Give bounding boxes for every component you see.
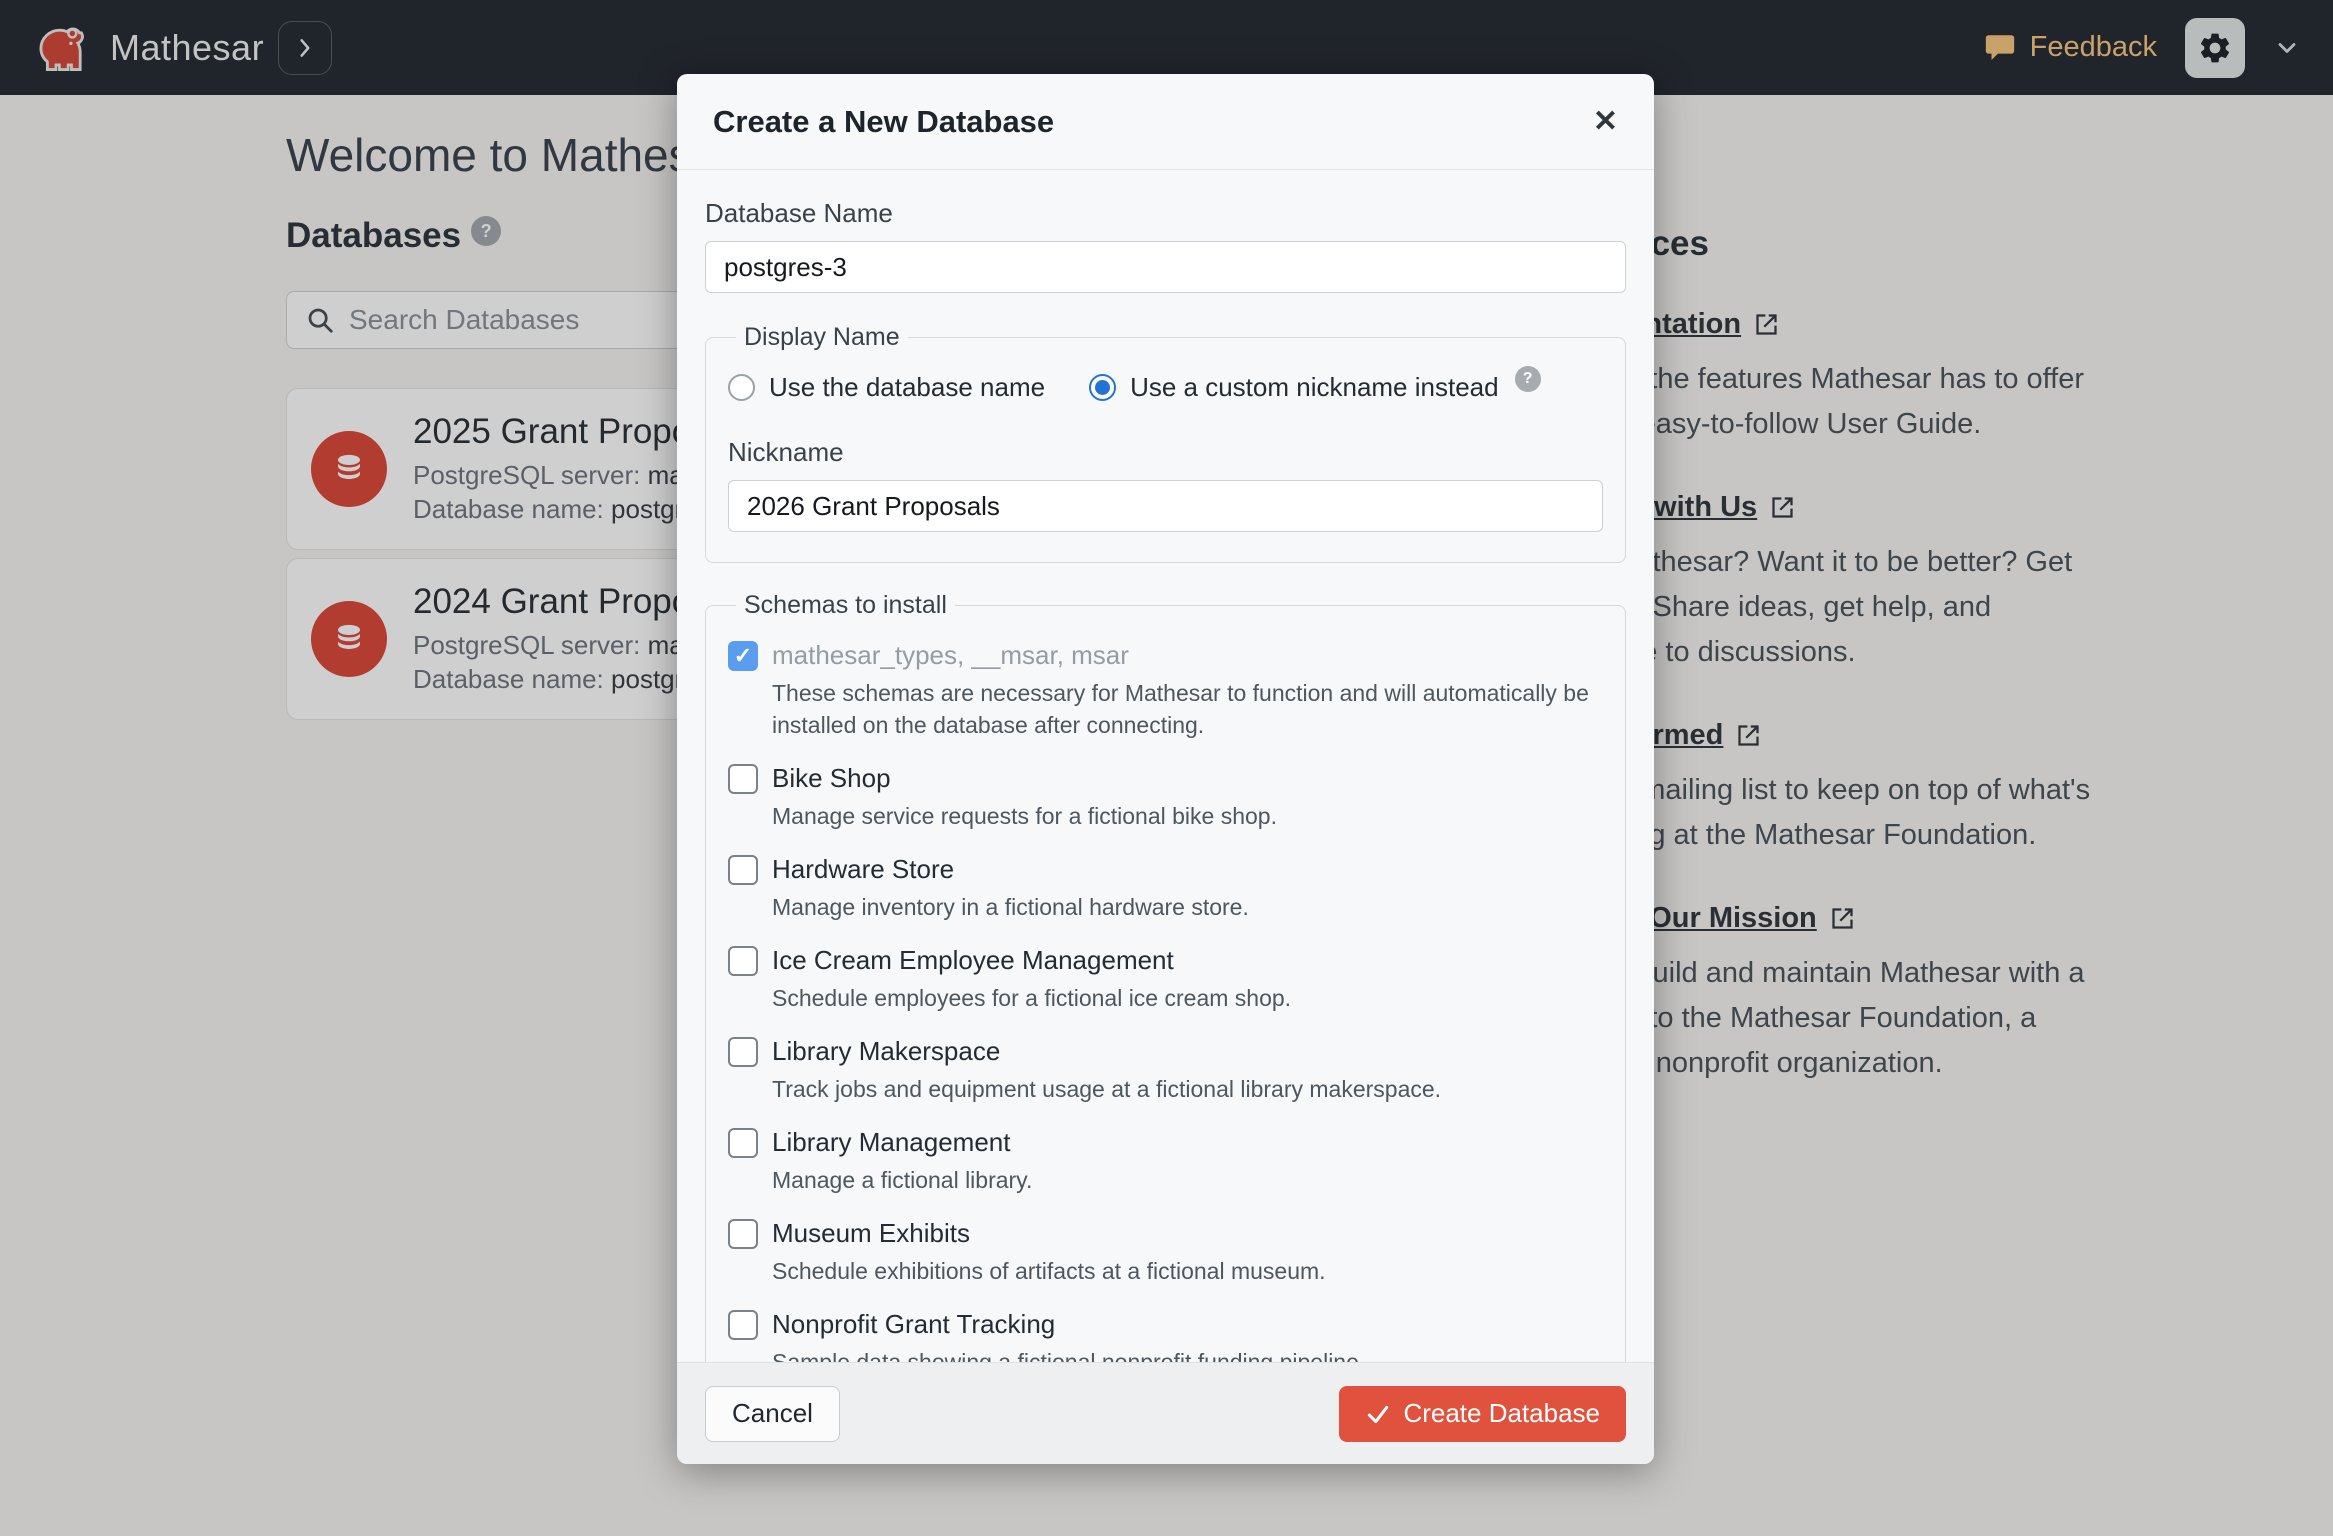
schema-description: Track jobs and equipment usage at a fict… [772,1076,1442,1102]
checkbox-icon[interactable] [728,1218,758,1249]
schema-item-ice-cream: Ice Cream Employee Management Schedule e… [728,945,1603,1014]
checkbox-icon[interactable] [728,945,758,976]
schema-description: Manage a fictional library. [772,1167,1033,1193]
schema-description: Manage inventory in a fictional hardware… [772,894,1249,920]
schema-item-hardware-store: Hardware Store Manage inventory in a fic… [728,854,1603,923]
schema-item-library-makerspace: Library Makerspace Track jobs and equipm… [728,1036,1603,1105]
schema-description: Schedule employees for a fictional ice c… [772,985,1292,1011]
schema-item-museum-exhibits: Museum Exhibits Schedule exhibitions of … [728,1218,1603,1287]
schema-description: Manage service requests for a fictional … [772,803,1277,829]
close-icon[interactable]: ✕ [1593,106,1618,137]
nickname-input[interactable] [728,480,1603,532]
checkbox-icon[interactable] [728,1309,758,1340]
cancel-button[interactable]: Cancel [705,1385,840,1442]
schema-description: Schedule exhibitions of artifacts at a f… [772,1258,1326,1284]
display-name-legend: Display Name [744,323,900,351]
radio-icon[interactable] [728,374,755,401]
display-name-fieldset: Display Name Use the database name Use a… [705,323,1626,563]
schemas-fieldset: Schemas to install mathesar_types, __msa… [705,591,1626,1362]
checkbox-icon[interactable] [728,640,758,671]
checkbox-icon[interactable] [728,1036,758,1067]
checkbox-icon[interactable] [728,1127,758,1158]
schema-item-mathesar-internal: mathesar_types, __msar, msar These schem… [728,640,1603,741]
schema-item-nonprofit-grant-tracking: Nonprofit Grant Tracking Sample data sho… [728,1309,1603,1362]
schema-item-library-management: Library Management Manage a fictional li… [728,1127,1603,1196]
schemas-legend: Schemas to install [744,591,947,619]
radio-icon[interactable] [1089,374,1117,401]
schema-description: These schemas are necessary for Mathesar… [772,680,1589,738]
database-name-label: Database Name [705,198,893,228]
radio-use-database-name[interactable]: Use the database name [728,372,1045,403]
modal-title: Create a New Database [713,103,1055,139]
checkbox-icon[interactable] [728,854,758,885]
create-database-modal: Create a New Database ✕ Database Name Di… [677,74,1654,1464]
check-icon [1368,1405,1389,1423]
nickname-help-icon[interactable]: ? [1514,365,1541,392]
create-database-button[interactable]: Create Database [1339,1385,1626,1442]
checkbox-icon[interactable] [728,763,758,794]
database-name-input[interactable] [705,241,1626,293]
schema-item-bike-shop: Bike Shop Manage service requests for a … [728,763,1603,832]
nickname-label: Nickname [728,437,844,467]
radio-use-custom-nickname[interactable]: Use a custom nickname instead ? [1089,365,1541,403]
schema-description: Sample data showing a fictional nonprofi… [772,1349,1366,1362]
